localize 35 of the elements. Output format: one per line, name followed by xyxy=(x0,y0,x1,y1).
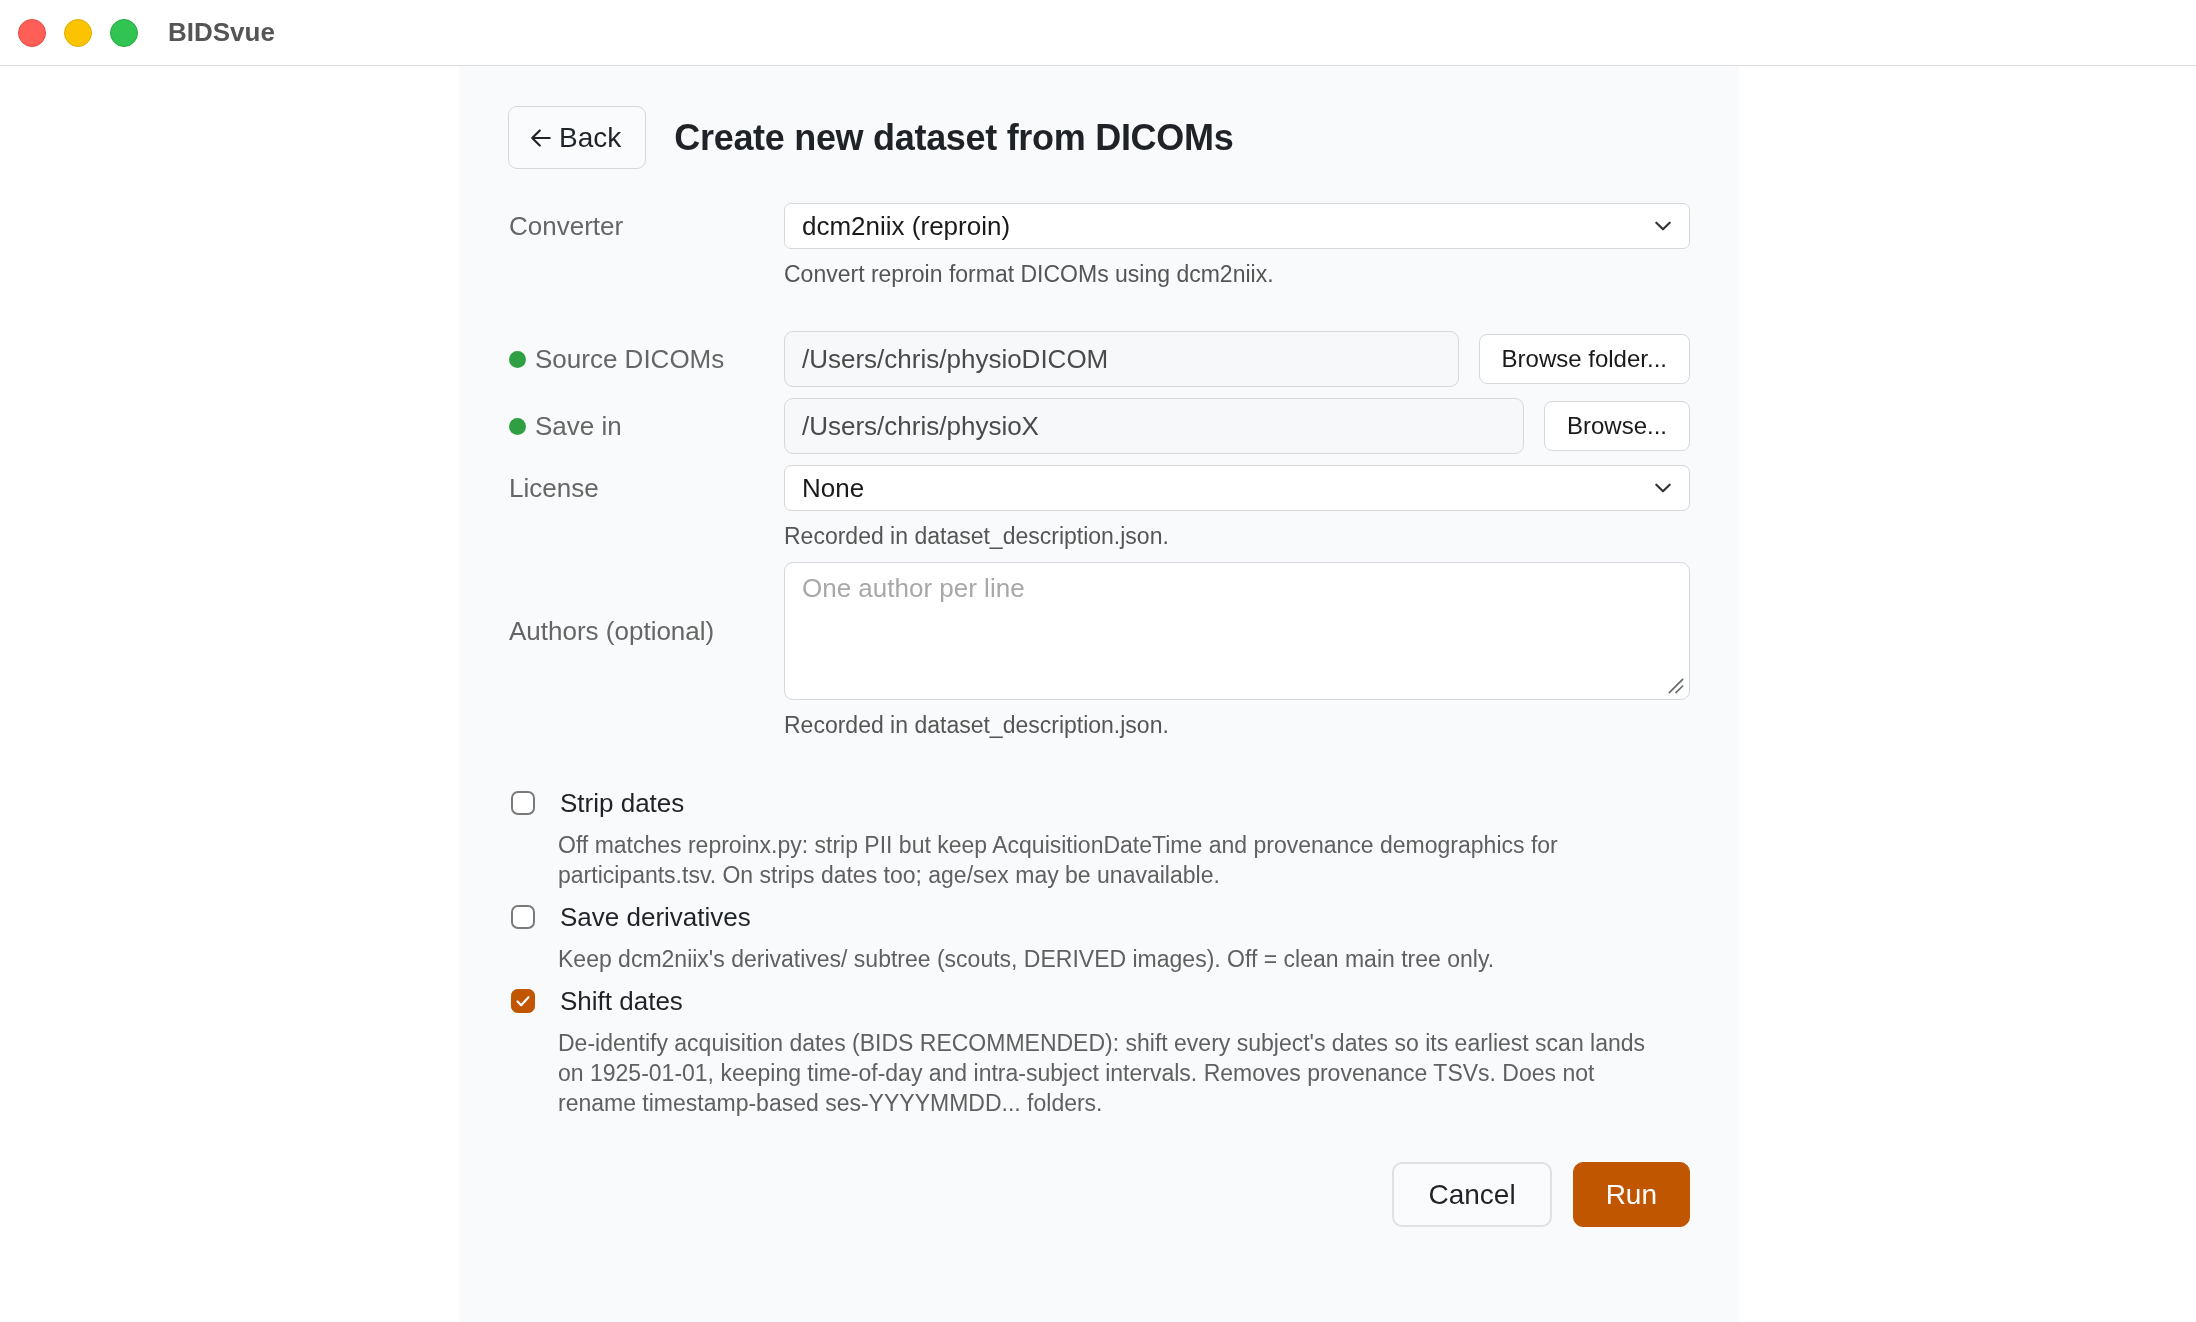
chevron-down-icon xyxy=(1655,483,1671,493)
authors-field[interactable]: One author per line xyxy=(784,562,1690,700)
browse-button[interactable]: Browse folder... xyxy=(1478,334,1690,384)
checkbox[interactable] xyxy=(511,989,535,1013)
option-label: Save derivatives xyxy=(560,901,752,934)
field-label: Authors (optional) xyxy=(509,615,715,647)
dropdown-select[interactable]: None xyxy=(784,465,1690,511)
path-field[interactable]: /Users/chris/physioDICOM xyxy=(784,331,1459,387)
option-description: Keep dcm2niix's derivatives/ subtree (scouts, DERIVED images). Off = clean main tree only. xyxy=(558,945,1496,974)
run-button[interactable]: Run xyxy=(1572,1162,1690,1227)
dropdown-select[interactable]: dcm2niix (reproin) xyxy=(784,203,1690,249)
option-label: Strip dates xyxy=(560,787,686,820)
field-label: Source DICOMs xyxy=(535,343,725,375)
browse-button[interactable]: Browse... xyxy=(1543,401,1690,451)
path-field[interactable]: /Users/chris/physioX xyxy=(784,398,1524,454)
field-hint: Recorded in dataset_description.json. xyxy=(784,522,1170,551)
option-description: De-identify acquisition dates (BIDS RECOMMENDED): shift every subject's dates so its earliest scan lands on 1925-01-01, keeping time-of-day and intra-subject intervals. Removes provenance TSVs. Does not rename timestamp-based ses-YYYYMMDD... folders. xyxy=(558,1029,1647,1118)
window-title: BIDSvue xyxy=(168,17,275,48)
checkbox[interactable] xyxy=(511,905,535,929)
field-label: Save in xyxy=(535,410,622,442)
field-label: Converter xyxy=(509,210,624,242)
back-button[interactable]: Back xyxy=(508,106,647,169)
chevron-down-icon xyxy=(1655,221,1671,231)
resize-grip-icon[interactable] xyxy=(1668,678,1684,694)
field-hint: Convert reproin format DICOMs using dcm2niix. xyxy=(784,260,1275,289)
checkbox[interactable] xyxy=(511,791,535,815)
cancel-button[interactable]: Cancel xyxy=(1392,1162,1552,1227)
option-description: Off matches reproinx.py: strip PII but keep AcquisitionDateTime and provenance demographics for participants.tsv. On strips dates too; age/sex may be unavailable. xyxy=(558,831,1559,890)
page-heading: Create new dataset from DICOMs xyxy=(674,116,1234,159)
arrow-left-icon xyxy=(531,128,551,147)
field-label: License xyxy=(509,472,599,504)
field-hint: Recorded in dataset_description.json. xyxy=(784,711,1170,740)
option-label: Shift dates xyxy=(560,985,684,1018)
zoom-window-icon[interactable] xyxy=(110,18,138,47)
close-window-icon[interactable] xyxy=(18,18,46,47)
